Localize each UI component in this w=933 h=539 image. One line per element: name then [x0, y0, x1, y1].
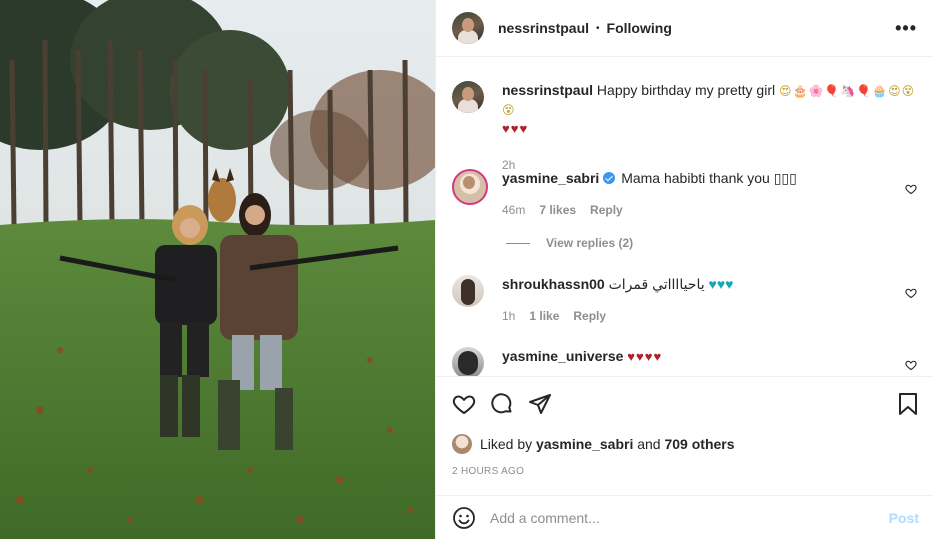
comment-like-heart-icon[interactable] — [905, 183, 917, 195]
author-username[interactable]: nessrinstpaul — [498, 20, 589, 36]
header-separator: • — [596, 22, 600, 34]
post-header: nessrinstpaul • Following ••• — [436, 0, 933, 58]
comment-reply-button[interactable]: Reply — [573, 307, 606, 325]
view-replies-label: View replies (2) — [546, 236, 634, 251]
comment-avatar[interactable] — [452, 169, 488, 206]
comment-like-heart-icon[interactable] — [905, 359, 917, 371]
likes-others-link[interactable]: 709 others — [664, 436, 734, 452]
comment-text: Mama habibti thank you — [621, 170, 770, 187]
comment-avatar[interactable] — [452, 275, 484, 308]
following-button[interactable]: Following — [607, 20, 672, 36]
comment-text: ياحيااااتي قمرات — [608, 276, 705, 293]
action-bar — [436, 376, 933, 430]
comment-item: yasmine_sabri Mama habibti thank you ▯▯▯… — [452, 169, 917, 219]
caption-text: Happy birthday my pretty girl — [596, 82, 776, 99]
verified-badge-icon — [603, 172, 616, 185]
view-replies-line — [506, 242, 530, 244]
comment-like-heart-icon[interactable] — [905, 287, 917, 299]
caption-avatar[interactable] — [452, 81, 484, 114]
post-side-panel: nessrinstpaul • Following ••• nessrinstp… — [435, 0, 933, 539]
comment-item: yasmine_universe ♥♥♥♥ — [452, 347, 917, 377]
comment-avatar[interactable] — [452, 347, 484, 377]
likes-user-link[interactable]: yasmine_sabri — [536, 436, 633, 452]
comment-likes[interactable]: 1 like — [529, 307, 559, 325]
photo-illustration — [0, 0, 435, 539]
post-photo[interactable] — [0, 0, 435, 539]
comment-username[interactable]: yasmine_universe — [502, 348, 623, 364]
share-paper-plane-icon[interactable] — [528, 392, 552, 416]
post-comment-button[interactable]: Post — [889, 510, 919, 526]
comment-username[interactable]: yasmine_sabri — [502, 170, 599, 186]
liker-avatar[interactable] — [452, 433, 472, 454]
caption: nessrinstpaul Happy birthday my pretty g… — [452, 81, 917, 174]
likes-joiner: and — [637, 435, 661, 452]
comment-suffix: ▯▯▯ — [773, 170, 797, 187]
comment-time[interactable]: 1h — [502, 307, 515, 325]
caption-username[interactable]: nessrinstpaul — [502, 82, 593, 98]
comment-username[interactable]: shroukhassn00 — [502, 276, 605, 292]
comment-time[interactable]: 46m — [502, 201, 525, 219]
emoji-smiley-icon[interactable] — [452, 506, 476, 530]
comment-input[interactable] — [490, 509, 850, 526]
like-heart-icon[interactable] — [452, 392, 476, 416]
comments-list[interactable]: nessrinstpaul Happy birthday my pretty g… — [436, 57, 933, 377]
save-bookmark-icon[interactable] — [897, 392, 919, 416]
post-timestamp[interactable]: 2 HOURS AGO — [436, 458, 933, 490]
comment-item: shroukhassn00 ياحيااااتي قمرات ♥♥♥ 1h 1 … — [452, 275, 917, 325]
comment-bubble-icon[interactable] — [490, 392, 514, 416]
more-options-icon[interactable]: ••• — [895, 18, 917, 39]
author-avatar[interactable] — [452, 12, 484, 45]
likes-summary: Liked by yasmine_sabri and 709 others — [436, 430, 933, 458]
comment-text: ♥♥♥♥ — [627, 349, 663, 365]
view-replies-button[interactable]: View replies (2) — [506, 236, 633, 250]
likes-prefix: Liked by — [480, 435, 533, 452]
caption-hearts: ♥♥♥ — [502, 121, 529, 137]
post-dialog: nessrinstpaul • Following ••• nessrinstp… — [0, 0, 933, 539]
comment-suffix: ♥♥♥ — [708, 276, 734, 293]
comment-reply-button[interactable]: Reply — [590, 201, 623, 219]
comment-composer: Post — [436, 495, 933, 539]
comment-likes[interactable]: 7 likes — [539, 201, 576, 219]
